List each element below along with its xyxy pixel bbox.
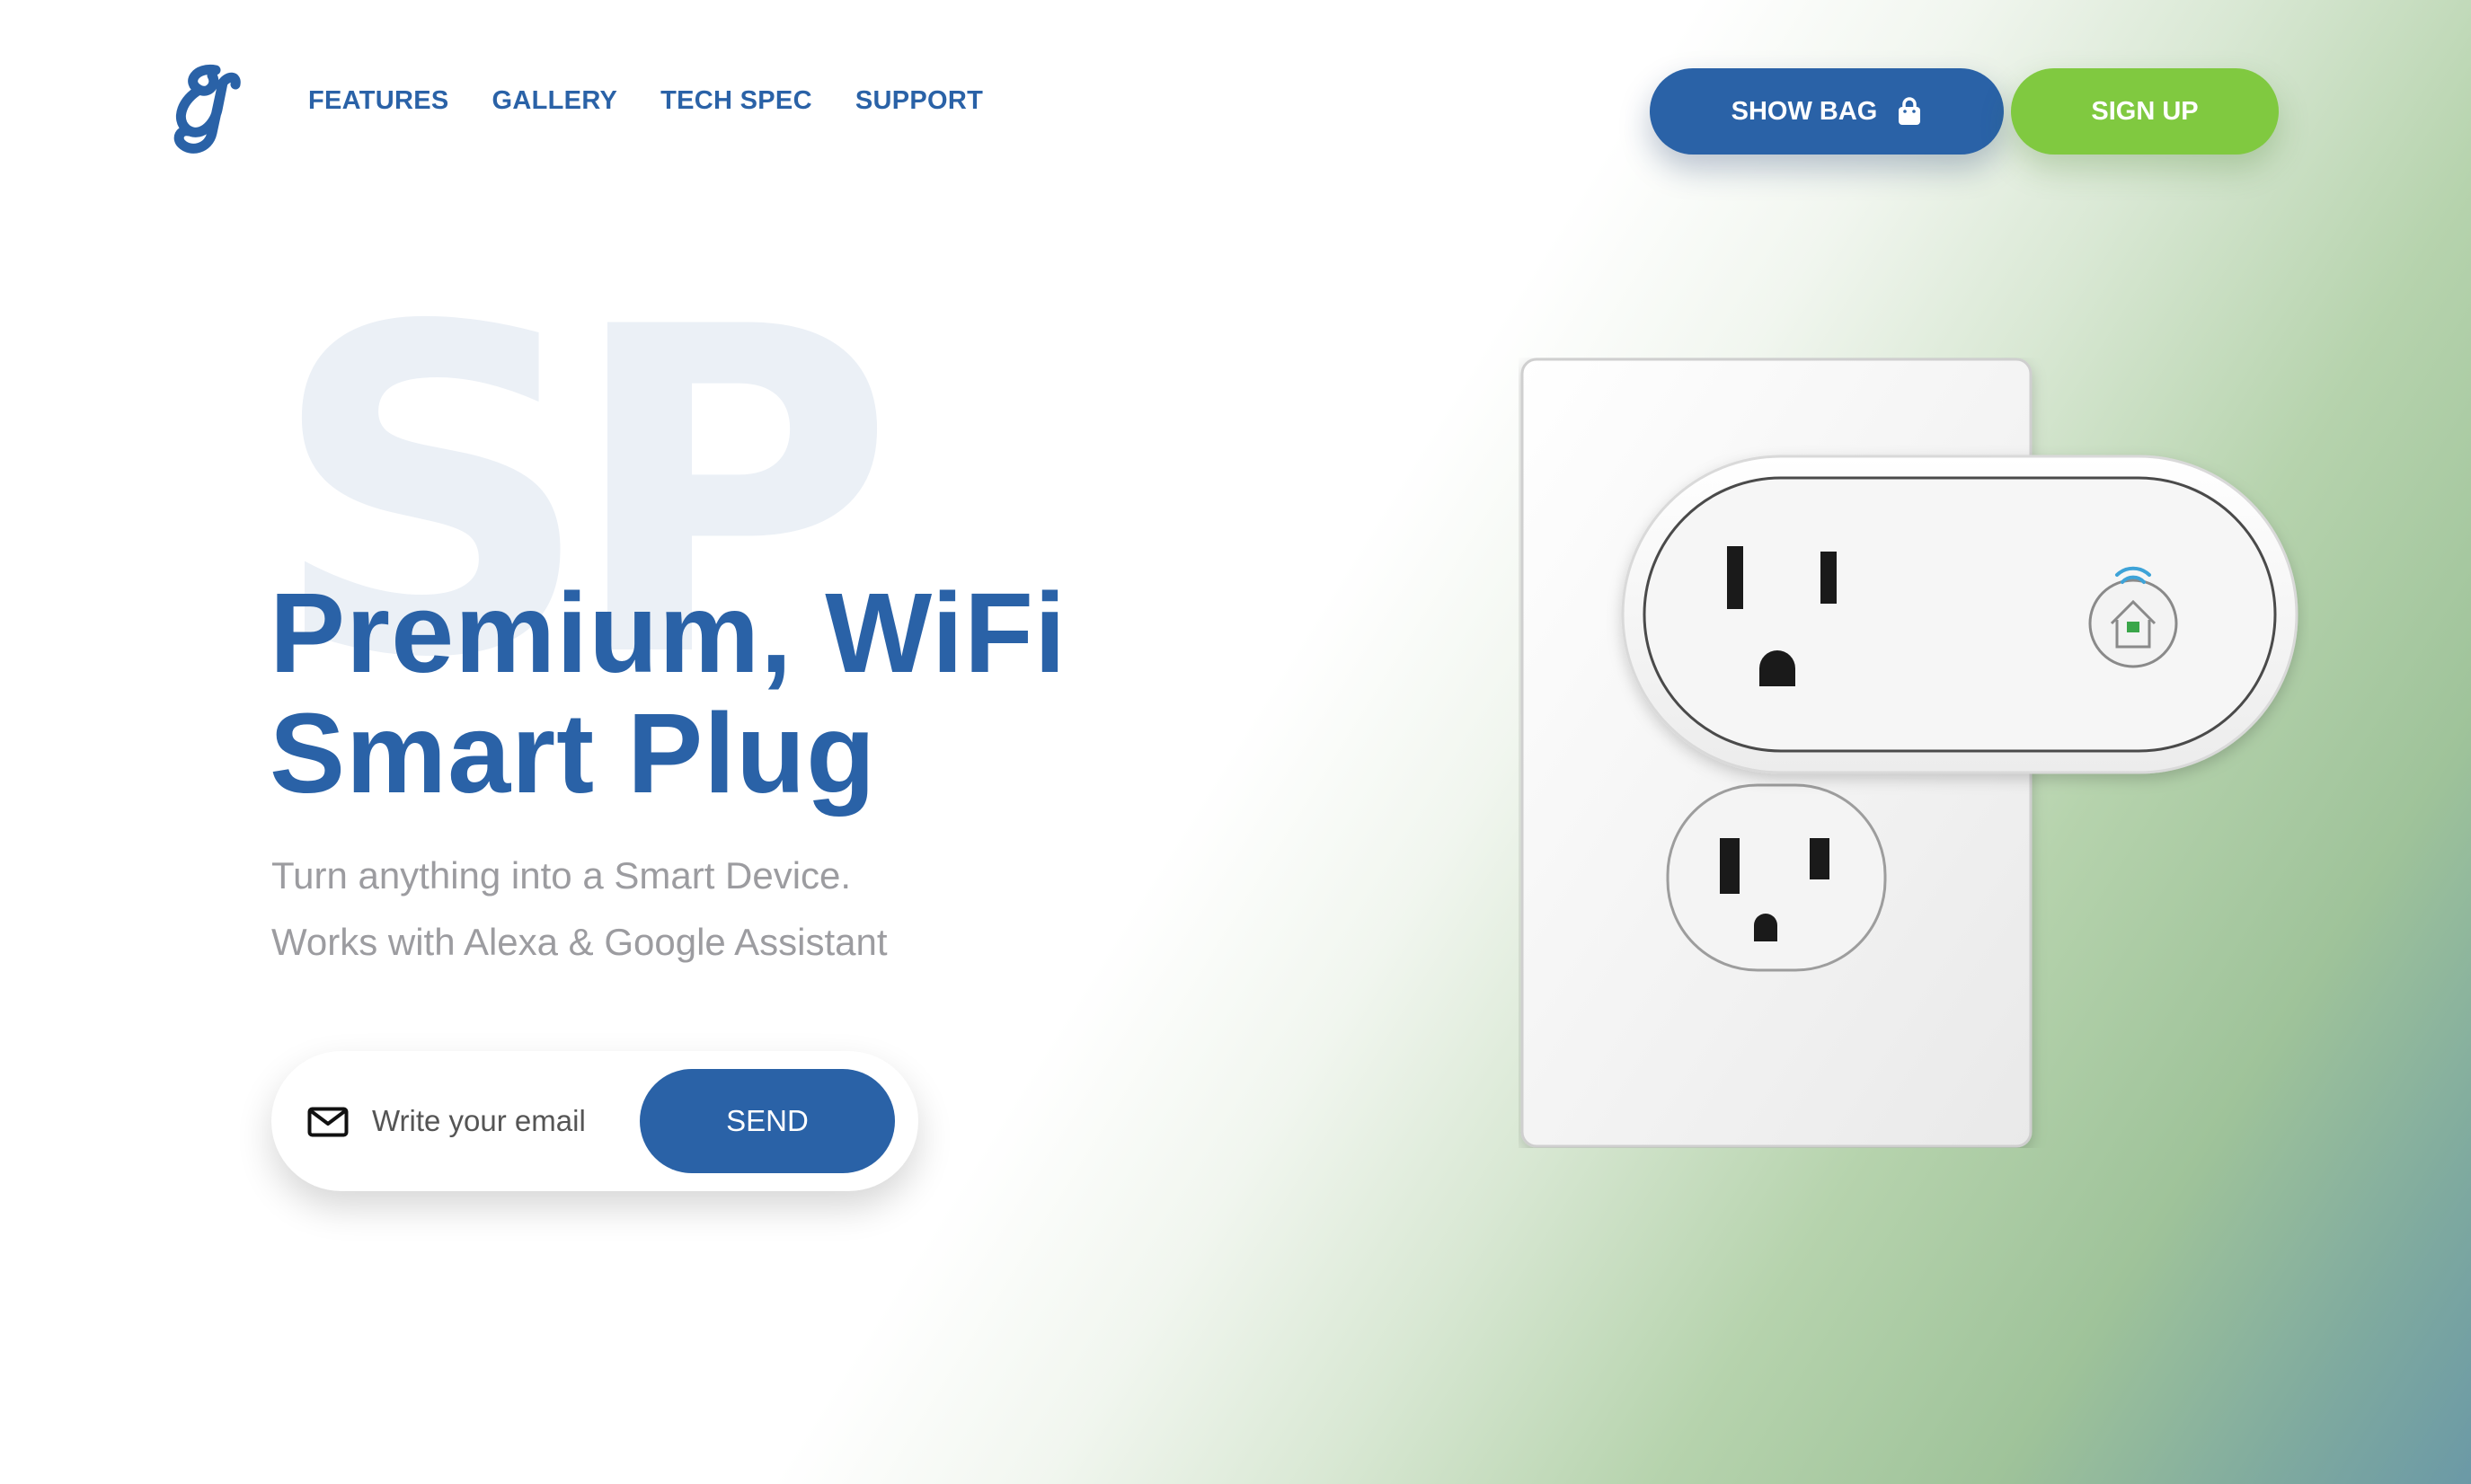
sign-up-button[interactable]: SIGN UP <box>2011 68 2279 155</box>
hero-subtitle-line-1: Turn anything into a Smart Device. <box>271 854 852 897</box>
nav-item-features[interactable]: FEATURES <box>308 86 449 116</box>
sign-up-label: SIGN UP <box>2091 96 2199 126</box>
envelope-icon <box>307 1107 349 1137</box>
hero-subtitle: Turn anything into a Smart Device. Works… <box>271 843 888 976</box>
hero-subtitle-line-2: Works with Alexa & Google Assistant <box>271 921 888 963</box>
brand-logo[interactable] <box>169 63 243 156</box>
email-input[interactable] <box>372 1094 624 1148</box>
show-bag-label: SHOW BAG <box>1731 96 1878 126</box>
hero-title: Premium, WiFi Smart Plug <box>270 573 1067 814</box>
nav-item-support[interactable]: SUPPORT <box>855 86 983 116</box>
hero-title-line-1: Premium, WiFi <box>270 570 1067 696</box>
smart-plug-product-image <box>1520 358 2298 1148</box>
show-bag-button[interactable]: SHOW BAG <box>1650 68 2004 155</box>
email-signup-form: SEND <box>271 1051 918 1191</box>
send-button[interactable]: SEND <box>640 1069 895 1173</box>
nav-item-tech-spec[interactable]: TECH SPEC <box>660 86 812 116</box>
nav-item-gallery[interactable]: GALLERY <box>492 86 618 116</box>
shopping-bag-icon <box>1899 97 1921 125</box>
hero-title-line-2: Smart Plug <box>270 690 877 817</box>
main-nav: FEATURES GALLERY TECH SPEC SUPPORT <box>308 86 983 116</box>
